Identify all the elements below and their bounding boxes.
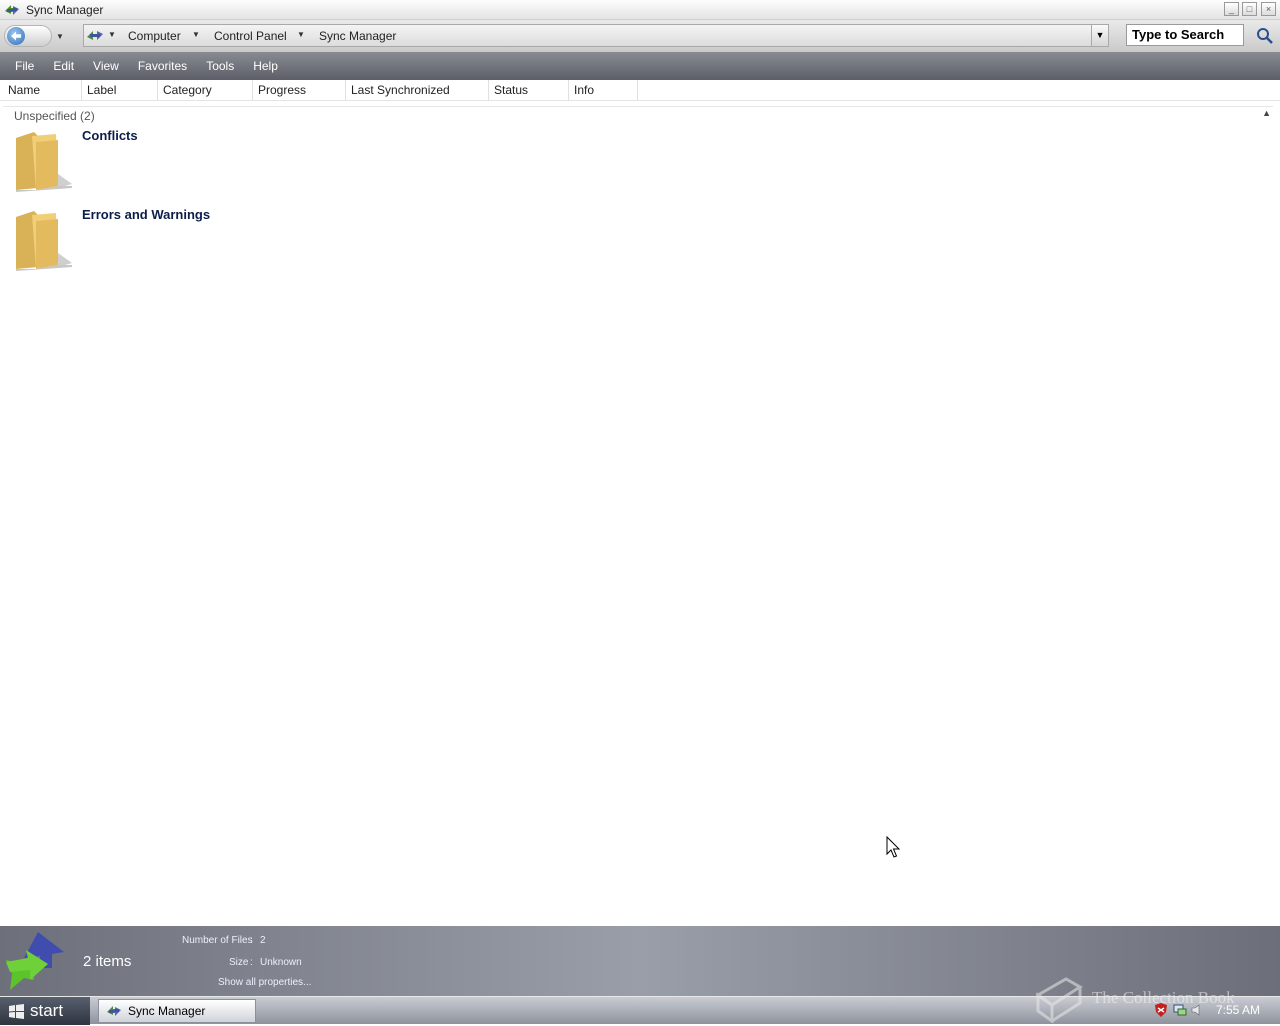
menu-edit[interactable]: Edit	[53, 59, 74, 73]
show-all-properties-link[interactable]: Show all properties...	[218, 977, 311, 988]
files-label: Number of Files	[182, 935, 253, 946]
minimize-button[interactable]: _	[1224, 2, 1239, 16]
folder-icon	[16, 132, 72, 192]
history-dropdown-icon[interactable]: ▼	[56, 32, 64, 41]
column-label[interactable]: Label	[82, 80, 158, 101]
sync-arrows-icon	[87, 31, 103, 40]
column-name[interactable]: Name	[3, 80, 82, 101]
search-input[interactable]: Type to Search	[1126, 24, 1244, 46]
window-title: Sync Manager	[26, 2, 104, 17]
menu-tools[interactable]: Tools	[206, 59, 234, 73]
column-header-row: Name Label Category Progress Last Synchr…	[0, 80, 1280, 101]
title-bar[interactable]: Sync Manager	[0, 0, 1280, 20]
menu-file[interactable]: File	[15, 59, 34, 73]
size-label: Size	[229, 957, 249, 968]
sync-arrows-icon	[6, 932, 64, 990]
close-button[interactable]: ×	[1261, 2, 1276, 16]
item-name: Errors and Warnings	[82, 207, 211, 222]
column-status[interactable]: Status	[489, 80, 569, 101]
watermark: The Collection Book	[1030, 975, 1270, 1024]
item-count: 2 items	[83, 953, 132, 970]
start-button[interactable]: start	[0, 997, 90, 1025]
chevron-down-icon[interactable]: ▼	[192, 30, 200, 39]
size-value: Unknown	[260, 957, 302, 968]
start-label: start	[30, 1001, 64, 1020]
breadcrumb-computer[interactable]: Computer	[128, 29, 181, 43]
breadcrumb-sync-manager[interactable]: Sync Manager	[319, 29, 396, 43]
maximize-button[interactable]: □	[1242, 2, 1257, 16]
address-dropdown-button[interactable]: ▼	[1091, 25, 1108, 46]
windows-flag-icon	[9, 1004, 24, 1019]
list-item[interactable]: Errors and Warnings	[12, 207, 412, 277]
breadcrumb-control-panel[interactable]: Control Panel	[214, 29, 287, 43]
book-logo-icon	[1035, 977, 1083, 1024]
collapse-caret-icon[interactable]: ▲	[1262, 108, 1271, 118]
search-icon[interactable]	[1256, 27, 1274, 45]
watermark-text: The Collection Book	[1092, 988, 1235, 1007]
menu-bar: File Edit View Favorites Tools Help	[0, 52, 1280, 80]
menu-help[interactable]: Help	[253, 59, 278, 73]
files-value: 2	[260, 935, 266, 946]
folder-icon	[16, 211, 72, 271]
menu-view[interactable]: View	[93, 59, 119, 73]
item-name: Conflicts	[82, 128, 138, 143]
menu-favorites[interactable]: Favorites	[138, 59, 187, 73]
mouse-cursor-icon	[886, 836, 901, 858]
address-field[interactable]: ▼ Computer ▼ Control Panel ▼ Sync Manage…	[83, 24, 1109, 47]
group-header[interactable]: Unspecified (2) ▲	[3, 106, 1273, 124]
column-category[interactable]: Category	[158, 80, 253, 101]
sync-arrows-icon	[107, 1006, 121, 1016]
back-arrow-icon[interactable]	[7, 27, 25, 45]
list-item[interactable]: Conflicts	[12, 128, 412, 198]
chevron-down-icon[interactable]: ▼	[297, 30, 305, 39]
column-progress[interactable]: Progress	[253, 80, 346, 101]
taskbar-item-sync-manager[interactable]: Sync Manager	[98, 999, 256, 1023]
column-last-synchronized[interactable]: Last Synchronized	[346, 80, 489, 101]
column-info[interactable]: Info	[569, 80, 638, 101]
task-label: Sync Manager	[128, 1004, 206, 1018]
group-label: Unspecified (2)	[14, 109, 95, 123]
chevron-down-icon[interactable]: ▼	[108, 30, 116, 39]
back-forward-buttons[interactable]	[4, 25, 52, 47]
sync-arrows-icon	[5, 4, 19, 15]
